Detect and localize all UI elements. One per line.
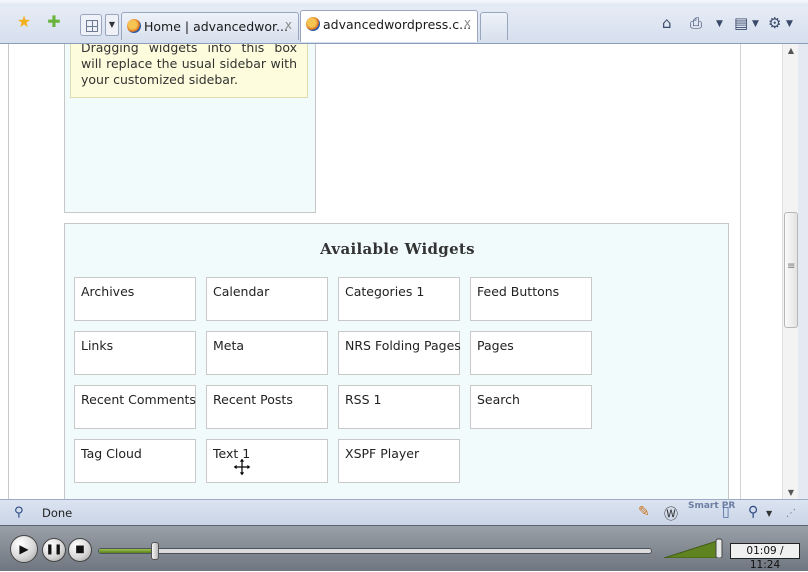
chevron-down-icon[interactable]: ▼ [786,19,793,29]
tab-advancedwordpress[interactable]: advancedwordpress.c... x [300,10,478,42]
widget-recent-posts[interactable]: Recent Posts [206,385,328,429]
status-text: Done [42,506,73,520]
home-icon[interactable]: ⌂ [662,14,672,32]
progress-fill [99,549,155,553]
bookmark-star-icon[interactable]: ★ [14,12,34,32]
widget-calendar[interactable]: Calendar [206,277,328,321]
panel-title: Available Widgets [320,240,475,258]
browser-toolbar: ★ ✚ ▼ Home | advancedwor... x advancedwo… [0,0,808,44]
play-button[interactable]: ▶ [10,535,38,563]
tools-gear-icon[interactable]: ⚙ [768,14,781,32]
chevron-down-icon[interactable]: ▼ [752,19,759,29]
pause-button[interactable]: ❚❚ [42,538,66,562]
widget-xspf-player[interactable]: XSPF Player [338,439,460,483]
vertical-scrollbar[interactable]: ▲ ▼ [782,44,798,499]
page-icon[interactable]: ▤ [734,14,748,32]
tab-label: Home | advancedwor... [144,19,288,34]
tab-close-icon[interactable]: x [464,16,471,30]
progress-knob[interactable] [150,542,159,560]
widget-meta[interactable]: Meta [206,331,328,375]
resize-grip-icon[interactable]: ⋰ [786,508,796,519]
firefox-favicon-icon [306,17,320,31]
tab-label: advancedwordpress.c... [323,17,472,32]
wordpress-icon[interactable]: Ⓦ [664,504,678,524]
widget-links[interactable]: Links [74,331,196,375]
search-icon[interactable]: ⚲ [14,505,24,520]
zoom-icon[interactable]: ⚲ [748,504,758,520]
page-content: Dragging widgets into this box will repl… [8,44,782,499]
scroll-down-icon[interactable]: ▼ [783,488,799,497]
available-widgets-panel: Available Widgets Archives Calendar Cate… [64,223,729,499]
video-player-controls: ▶ ❚❚ ■ 01:09 / 11:24 [0,525,808,571]
widget-tag-cloud[interactable]: Tag Cloud [74,439,196,483]
widget-recent-comments[interactable]: Recent Comments [74,385,196,429]
content-divider [740,44,741,499]
widget-rss[interactable]: RSS 1 [338,385,460,429]
widget-categories[interactable]: Categories 1 [338,277,460,321]
stop-button[interactable]: ■ [68,538,92,562]
chevron-down-icon[interactable]: ▼ [766,509,772,518]
play-icon: ▶ [19,542,29,556]
scroll-thumb[interactable] [784,212,798,328]
page-info-icon[interactable]: ▯ [722,504,730,520]
stop-icon: ■ [75,544,85,555]
widget-nrs-folding-pages[interactable]: NRS Folding Pages [338,331,461,375]
volume-slider[interactable] [664,538,724,558]
volume-ramp-icon [664,538,723,558]
tab-grid-icon[interactable] [80,14,102,36]
window-top-edge [0,0,808,6]
tab-list-dropdown[interactable]: ▼ [105,14,119,36]
widget-feed-buttons[interactable]: Feed Buttons [470,277,592,321]
add-bookmark-icon[interactable]: ✚ [44,12,64,32]
sidebar-note: Dragging widgets into this box will repl… [70,44,308,98]
move-cursor-icon [232,457,252,477]
time-display: 01:09 / 11:24 [730,543,800,571]
widget-archives[interactable]: Archives [74,277,196,321]
widget-pages[interactable]: Pages [470,331,592,375]
chevron-down-icon[interactable]: ▼ [716,19,723,29]
widget-search[interactable]: Search [470,385,592,429]
firefox-favicon-icon [127,19,141,33]
scroll-up-icon[interactable]: ▲ [783,46,799,55]
widget-text[interactable]: Text 1 [206,439,328,483]
window-frame-right [798,44,808,499]
status-bar: ⚲ Done ✎ Ⓦ Smart PR ▯ ⚲ ▼ ⋰ [0,499,808,525]
tab-close-icon[interactable]: x [285,18,292,32]
new-tab-button[interactable] [480,12,508,40]
pause-icon: ❚❚ [45,544,63,555]
print-icon[interactable]: ⎙ [690,14,702,32]
edit-note-icon[interactable]: ✎ [638,504,650,520]
progress-track[interactable] [98,542,652,560]
tab-home[interactable]: Home | advancedwor... x [121,12,299,40]
